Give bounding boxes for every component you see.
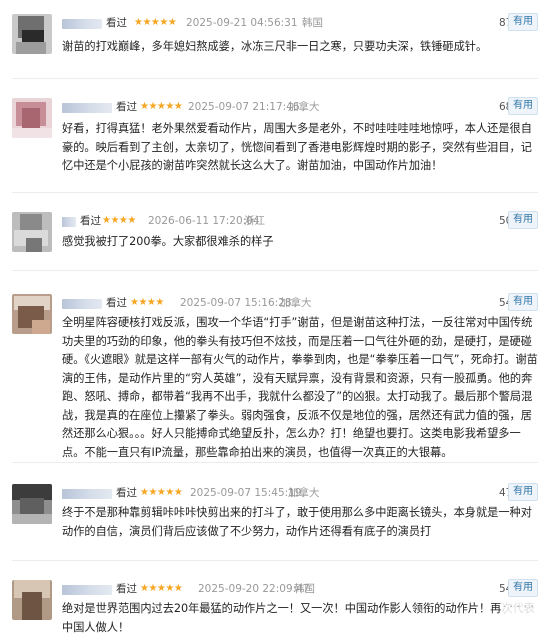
review-meta: 看过 ★★★★★ 2025-09-07 21:17:46 加拿大 685 有用 bbox=[62, 97, 542, 116]
seen-label: 看过 bbox=[116, 583, 137, 595]
review-content: 终于不是那种靠剪辑咔咔咔快剪出来的打斗了，敢于使用那么多中距离长镜头，本身就是一… bbox=[62, 506, 532, 538]
review-location: 加拿大 bbox=[288, 101, 320, 113]
username-blurred[interactable] bbox=[62, 103, 112, 113]
review-location: 加拿大 bbox=[288, 487, 320, 499]
useful-button[interactable]: 有用 bbox=[508, 211, 538, 229]
review-time: 2025-09-20 22:09:47 bbox=[198, 583, 310, 595]
watermark: · · · · · bbox=[500, 600, 536, 613]
seen-label: 看过 bbox=[80, 215, 101, 227]
avatar[interactable] bbox=[12, 580, 52, 620]
review-content: 好看，打得真猛！老外果然爱看动作片，周围大多是老外，不时哇哇哇哇地惊呼，本人还是… bbox=[62, 122, 532, 172]
divider bbox=[12, 270, 538, 271]
review-location: 韩国 bbox=[302, 17, 323, 29]
useful-button[interactable]: 有用 bbox=[508, 13, 538, 31]
divider bbox=[12, 560, 538, 561]
rating-stars: ★★★★★ bbox=[134, 17, 177, 28]
review-content: 感觉我被打了200拳。大家都很难杀的样子 bbox=[62, 235, 274, 248]
seen-label: 看过 bbox=[106, 297, 127, 309]
seen-label: 看过 bbox=[106, 17, 127, 29]
divider bbox=[12, 78, 538, 79]
review-content: 谢苗的打戏巅峰，多年媳妇熬成婆，冰冻三尺非一日之寒，只要功夫深，铁锤砸成针。 bbox=[62, 40, 488, 53]
review-location: 浙江 bbox=[244, 215, 265, 227]
username-blurred[interactable] bbox=[62, 217, 76, 227]
useful-button[interactable]: 有用 bbox=[508, 293, 538, 311]
username-blurred[interactable] bbox=[62, 585, 112, 595]
avatar[interactable] bbox=[12, 98, 52, 138]
avatar[interactable] bbox=[12, 14, 52, 54]
review-time: 2026-06-11 17:20:04 bbox=[148, 215, 260, 227]
review-time: 2025-09-07 15:45:19 bbox=[190, 487, 302, 499]
review-content: 绝对是世界范围内过去20年最猛的动作片之一！又一次！中国动作影人领衔的动作片！再… bbox=[62, 602, 535, 633]
review-location: 加拿大 bbox=[280, 297, 312, 309]
rating-stars: ★★★★ bbox=[130, 297, 164, 308]
seen-label: 看过 bbox=[116, 101, 137, 113]
review-location: 韩国 bbox=[294, 583, 315, 595]
rating-stars: ★★★★★ bbox=[140, 101, 183, 112]
rating-stars: ★★★★ bbox=[102, 215, 136, 226]
useful-button[interactable]: 有用 bbox=[508, 579, 538, 597]
review-content: 全明星阵容硬核打戏反派，围攻一个华语“打手”谢苗，但是谢苗这种打法，一反往常对中… bbox=[62, 316, 538, 459]
divider bbox=[12, 192, 538, 193]
review-meta: 看过 ★★★★★ 2025-09-07 15:45:19 加拿大 474 有用 bbox=[62, 483, 542, 502]
avatar[interactable] bbox=[12, 484, 52, 524]
useful-button[interactable]: 有用 bbox=[508, 483, 538, 501]
username-blurred[interactable] bbox=[62, 299, 102, 309]
avatar[interactable] bbox=[12, 212, 52, 252]
avatar[interactable] bbox=[12, 294, 52, 334]
seen-label: 看过 bbox=[116, 487, 137, 499]
review-meta: 看过 ★★★★ 2026-06-11 17:20:04 浙江 506 有用 bbox=[62, 211, 542, 230]
review-list: 看过 ★★★★★ 2025-09-21 04:56:31 韩国 870 有用 谢… bbox=[0, 0, 550, 633]
review-time: 2025-09-21 04:56:31 bbox=[186, 17, 298, 29]
review-time: 2025-09-07 15:16:28 bbox=[180, 297, 292, 309]
divider bbox=[12, 462, 538, 463]
review-meta: 看过 ★★★★★ 2025-09-20 22:09:47 韩国 547 有用 bbox=[62, 579, 542, 598]
review-time: 2025-09-07 21:17:46 bbox=[188, 101, 300, 113]
review-meta: 看过 ★★★★ 2025-09-07 15:16:28 加拿大 548 有用 bbox=[62, 293, 542, 312]
review-meta: 看过 ★★★★★ 2025-09-21 04:56:31 韩国 870 有用 bbox=[62, 13, 542, 32]
rating-stars: ★★★★★ bbox=[140, 583, 183, 594]
username-blurred[interactable] bbox=[62, 489, 112, 499]
rating-stars: ★★★★★ bbox=[140, 487, 183, 498]
username-blurred[interactable] bbox=[62, 19, 102, 29]
useful-button[interactable]: 有用 bbox=[508, 97, 538, 115]
